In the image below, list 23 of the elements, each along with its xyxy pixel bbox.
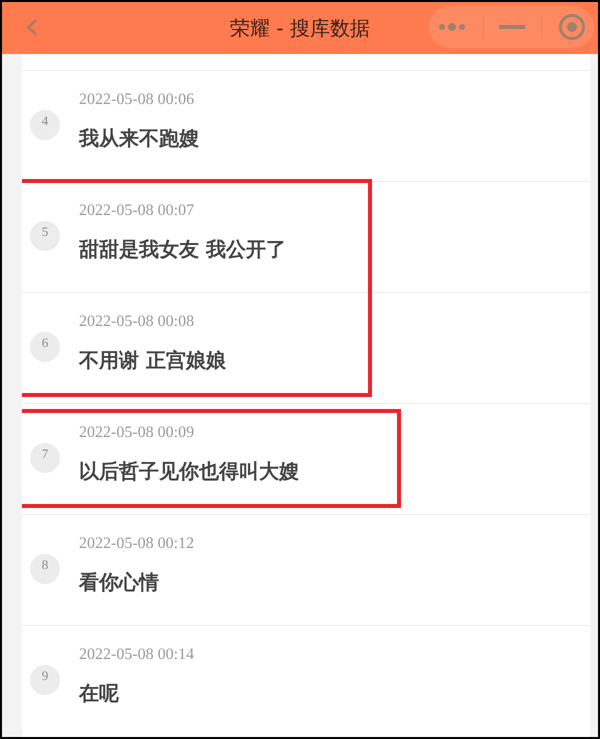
row-number: 5 bbox=[30, 221, 60, 251]
timestamp: 2022-05-08 00:07 bbox=[79, 202, 194, 220]
message-text: 在呢 bbox=[79, 680, 119, 707]
timestamp: 2022-05-08 00:14 bbox=[79, 646, 194, 664]
more-icon[interactable] bbox=[436, 22, 467, 32]
row-number: 7 bbox=[30, 443, 60, 473]
minimize-icon[interactable] bbox=[499, 24, 526, 30]
close-icon[interactable] bbox=[558, 13, 586, 41]
timestamp: 2022-05-08 00:12 bbox=[79, 535, 194, 553]
row-number: 8 bbox=[30, 554, 60, 584]
message-text: 甜甜是我女友 我公开了 bbox=[79, 236, 286, 263]
message-text: 我从来不跑嫂 bbox=[79, 125, 199, 152]
timestamp: 2022-05-08 00:09 bbox=[79, 424, 194, 442]
back-button[interactable]: ‹ bbox=[24, 6, 40, 46]
timestamp: 2022-05-08 00:08 bbox=[79, 313, 194, 331]
window-title: 荣耀 - 搜库数据 bbox=[230, 14, 370, 42]
message-text: 不用谢 正宫娘娘 bbox=[79, 347, 226, 374]
message-text: 以后哲子见你也得叫大嫂 bbox=[79, 458, 299, 485]
timestamp: 2022-05-08 00:06 bbox=[79, 91, 194, 109]
row-number: 6 bbox=[30, 332, 60, 362]
message-text: 看你心情 bbox=[79, 569, 159, 596]
row-number: 4 bbox=[30, 110, 60, 140]
row-number: 9 bbox=[30, 665, 60, 695]
